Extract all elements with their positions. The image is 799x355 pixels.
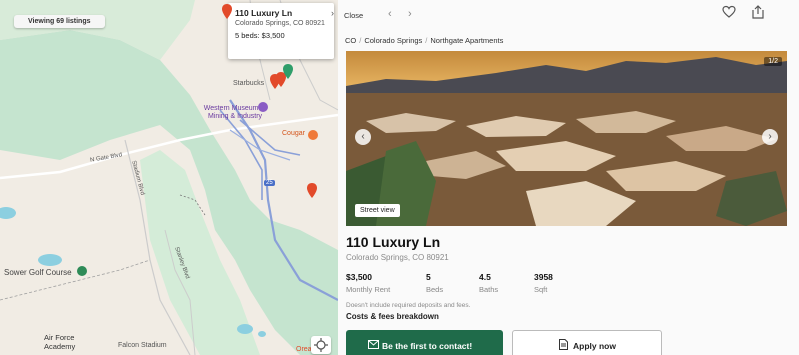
- crosshair-icon: [314, 338, 328, 352]
- listing-pin-green[interactable]: [283, 64, 293, 79]
- restaurant-icon[interactable]: [308, 130, 318, 140]
- popup-title: 110 Luxury Ln: [235, 8, 293, 18]
- detail-topbar: Close ‹ ›: [338, 0, 799, 30]
- contact-button[interactable]: Be the first to contact!: [346, 330, 503, 355]
- breadcrumb-item-state[interactable]: CO: [345, 36, 356, 45]
- stat-label: Monthly Rent: [346, 285, 391, 294]
- apply-button[interactable]: Apply now: [512, 330, 662, 355]
- collapse-map-icon[interactable]: ›: [331, 8, 334, 18]
- contact-button-label: Be the first to contact!: [382, 341, 473, 351]
- photo-next-button[interactable]: ›: [762, 129, 778, 145]
- breadcrumb-item-city[interactable]: Colorado Springs: [364, 36, 422, 45]
- interstate-shield: 25: [264, 180, 275, 186]
- fees-disclaimer: Doesn't include required deposits and fe…: [346, 302, 471, 309]
- map-attribution: Orea: [296, 346, 312, 353]
- stat-sqft: 3958 Sqft: [534, 272, 553, 294]
- listing-detail-panel: Close ‹ › CO / Colorado Springs / Northgate …: [338, 0, 799, 355]
- chevron-right-icon[interactable]: ›: [408, 8, 412, 20]
- share-icon[interactable]: [750, 4, 766, 20]
- listing-photo-image: [346, 51, 787, 226]
- stat-value: 5: [426, 272, 431, 282]
- close-button[interactable]: Close: [344, 11, 363, 20]
- stat-label: Beds: [426, 285, 444, 294]
- stat-baths: 4.5 Baths: [479, 272, 498, 294]
- document-icon: [559, 339, 568, 350]
- listing-title: 110 Luxury Ln: [346, 234, 441, 250]
- popup-address: Colorado Springs, CO 80921: [235, 20, 325, 27]
- listing-address: Colorado Springs, CO 80921: [346, 253, 449, 262]
- poi-label-golf[interactable]: Sower Golf Course: [4, 268, 72, 277]
- poi-label-stadium[interactable]: Falcon Stadium: [118, 342, 167, 349]
- popup-beds-price: 5 beds: $3,500: [235, 31, 285, 40]
- chevron-left-icon[interactable]: ‹: [388, 8, 392, 20]
- map-listing-popup[interactable]: 110 Luxury Ln Colorado Springs, CO 80921…: [228, 3, 334, 59]
- stat-label: Sqft: [534, 285, 548, 294]
- listing-photo[interactable]: 1/2 ‹ › Street view: [346, 51, 787, 226]
- breadcrumb: CO / Colorado Springs / Northgate Apartments: [345, 36, 504, 45]
- poi-label-cougar[interactable]: Cougar: [282, 130, 305, 137]
- viewing-listings-pill[interactable]: Viewing 69 listings: [14, 15, 105, 28]
- chevron-right-icon: ›: [768, 131, 772, 142]
- heart-icon[interactable]: [721, 4, 737, 20]
- stat-value: 3958: [534, 272, 553, 282]
- breadcrumb-item-neighborhood[interactable]: Northgate Apartments: [430, 36, 503, 45]
- map-panel[interactable]: Viewing 69 listings 110 Luxury Ln Colora…: [0, 0, 338, 355]
- poi-label-air-force[interactable]: Air Force Academy: [44, 333, 84, 351]
- apply-button-label: Apply now: [573, 341, 616, 351]
- listing-pin[interactable]: [307, 183, 317, 198]
- museum-icon[interactable]: [258, 102, 268, 112]
- stat-label: Baths: [479, 285, 499, 294]
- street-view-button[interactable]: Street view: [355, 204, 400, 217]
- listing-pin[interactable]: [222, 4, 232, 19]
- photo-counter: 1/2: [764, 57, 782, 66]
- recenter-map-button[interactable]: [311, 336, 331, 354]
- golf-icon[interactable]: [77, 266, 87, 276]
- poi-label-starbucks[interactable]: Starbucks: [233, 80, 264, 87]
- chevron-left-icon: ‹: [361, 131, 365, 142]
- stat-beds: 5 Beds: [426, 272, 443, 294]
- stat-rent: $3,500 Monthly Rent: [346, 272, 390, 294]
- stat-value: 4.5: [479, 272, 491, 282]
- photo-prev-button[interactable]: ‹: [355, 129, 371, 145]
- mail-icon: [368, 340, 379, 349]
- stat-value: $3,500: [346, 272, 372, 282]
- fees-breakdown-link[interactable]: Costs & fees breakdown: [346, 312, 439, 321]
